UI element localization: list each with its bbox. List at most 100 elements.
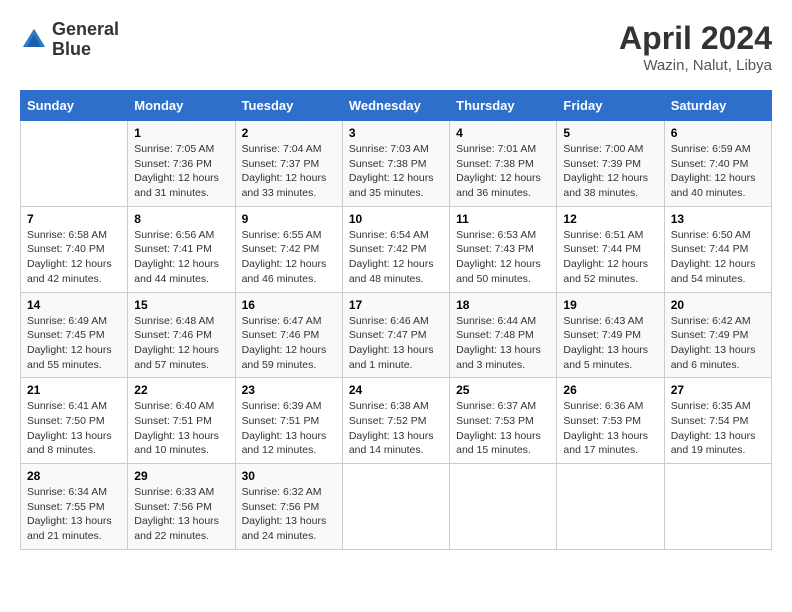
calendar-cell: 15 Sunrise: 6:48 AMSunset: 7:46 PMDayligh…: [128, 292, 235, 378]
calendar-cell: 19 Sunrise: 6:43 AMSunset: 7:49 PMDayligh…: [557, 292, 664, 378]
day-number: 2: [242, 126, 336, 140]
day-info: Sunrise: 6:34 AMSunset: 7:55 PMDaylight:…: [27, 485, 121, 544]
calendar-cell: 25 Sunrise: 6:37 AMSunset: 7:53 PMDayligh…: [450, 378, 557, 464]
day-number: 12: [563, 212, 657, 226]
calendar-cell: 29 Sunrise: 6:33 AMSunset: 7:56 PMDayligh…: [128, 464, 235, 550]
day-number: 13: [671, 212, 765, 226]
calendar-cell: [450, 464, 557, 550]
day-info: Sunrise: 6:59 AMSunset: 7:40 PMDaylight:…: [671, 142, 765, 201]
day-info: Sunrise: 6:35 AMSunset: 7:54 PMDaylight:…: [671, 399, 765, 458]
calendar-cell: 24 Sunrise: 6:38 AMSunset: 7:52 PMDayligh…: [342, 378, 449, 464]
day-info: Sunrise: 7:01 AMSunset: 7:38 PMDaylight:…: [456, 142, 550, 201]
calendar-cell: 1 Sunrise: 7:05 AMSunset: 7:36 PMDaylight…: [128, 121, 235, 207]
day-info: Sunrise: 6:39 AMSunset: 7:51 PMDaylight:…: [242, 399, 336, 458]
logo-icon: [20, 26, 48, 54]
title-block: April 2024 Wazin, Nalut, Libya: [619, 20, 772, 74]
day-number: 29: [134, 469, 228, 483]
calendar-cell: 7Sunrise: 6:58 AMSunset: 7:40 PMDaylight…: [21, 206, 128, 292]
calendar-cell: [342, 464, 449, 550]
day-number: 6: [671, 126, 765, 140]
day-info: Sunrise: 6:42 AMSunset: 7:49 PMDaylight:…: [671, 314, 765, 373]
day-number: 11: [456, 212, 550, 226]
day-number: 4: [456, 126, 550, 140]
calendar-header-row: SundayMondayTuesdayWednesdayThursdayFrid…: [21, 91, 772, 121]
day-number: 18: [456, 298, 550, 312]
calendar-cell: 16 Sunrise: 6:47 AMSunset: 7:46 PMDayligh…: [235, 292, 342, 378]
calendar-cell: 6 Sunrise: 6:59 AMSunset: 7:40 PMDaylight…: [664, 121, 771, 207]
logo-text: General Blue: [52, 20, 119, 60]
day-number: 8: [134, 212, 228, 226]
calendar-cell: 23 Sunrise: 6:39 AMSunset: 7:51 PMDayligh…: [235, 378, 342, 464]
column-header-saturday: Saturday: [664, 91, 771, 121]
calendar-cell: 4 Sunrise: 7:01 AMSunset: 7:38 PMDaylight…: [450, 121, 557, 207]
day-number: 21: [27, 383, 121, 397]
calendar-cell: 11 Sunrise: 6:53 AMSunset: 7:43 PMDayligh…: [450, 206, 557, 292]
logo-line2: Blue: [52, 40, 119, 60]
column-header-monday: Monday: [128, 91, 235, 121]
day-info: Sunrise: 7:00 AMSunset: 7:39 PMDaylight:…: [563, 142, 657, 201]
day-number: 14: [27, 298, 121, 312]
day-info: Sunrise: 6:46 AMSunset: 7:47 PMDaylight:…: [349, 314, 443, 373]
calendar-cell: 17 Sunrise: 6:46 AMSunset: 7:47 PMDayligh…: [342, 292, 449, 378]
day-number: 20: [671, 298, 765, 312]
calendar-week-row: 14Sunrise: 6:49 AMSunset: 7:45 PMDayligh…: [21, 292, 772, 378]
day-number: 9: [242, 212, 336, 226]
day-info: Sunrise: 6:33 AMSunset: 7:56 PMDaylight:…: [134, 485, 228, 544]
day-number: 19: [563, 298, 657, 312]
day-number: 24: [349, 383, 443, 397]
day-info: Sunrise: 7:05 AMSunset: 7:36 PMDaylight:…: [134, 142, 228, 201]
calendar-cell: 20 Sunrise: 6:42 AMSunset: 7:49 PMDayligh…: [664, 292, 771, 378]
day-info: Sunrise: 6:53 AMSunset: 7:43 PMDaylight:…: [456, 228, 550, 287]
day-number: 27: [671, 383, 765, 397]
day-number: 23: [242, 383, 336, 397]
page-header: General Blue April 2024 Wazin, Nalut, Li…: [20, 20, 772, 74]
calendar-cell: [21, 121, 128, 207]
calendar-cell: [664, 464, 771, 550]
calendar-cell: 14Sunrise: 6:49 AMSunset: 7:45 PMDayligh…: [21, 292, 128, 378]
calendar-week-row: 7Sunrise: 6:58 AMSunset: 7:40 PMDaylight…: [21, 206, 772, 292]
page-subtitle: Wazin, Nalut, Libya: [619, 57, 772, 74]
calendar-cell: 21Sunrise: 6:41 AMSunset: 7:50 PMDayligh…: [21, 378, 128, 464]
page-title: April 2024: [619, 20, 772, 57]
logo: General Blue: [20, 20, 119, 60]
day-info: Sunrise: 6:58 AMSunset: 7:40 PMDaylight:…: [27, 228, 121, 287]
day-info: Sunrise: 6:40 AMSunset: 7:51 PMDaylight:…: [134, 399, 228, 458]
day-info: Sunrise: 6:51 AMSunset: 7:44 PMDaylight:…: [563, 228, 657, 287]
day-info: Sunrise: 6:37 AMSunset: 7:53 PMDaylight:…: [456, 399, 550, 458]
day-info: Sunrise: 6:43 AMSunset: 7:49 PMDaylight:…: [563, 314, 657, 373]
day-number: 3: [349, 126, 443, 140]
logo-line1: General: [52, 20, 119, 40]
day-number: 26: [563, 383, 657, 397]
calendar-cell: 18Sunrise: 6:44 AMSunset: 7:48 PMDayligh…: [450, 292, 557, 378]
day-number: 22: [134, 383, 228, 397]
column-header-tuesday: Tuesday: [235, 91, 342, 121]
calendar-cell: 2 Sunrise: 7:04 AMSunset: 7:37 PMDaylight…: [235, 121, 342, 207]
day-info: Sunrise: 6:48 AMSunset: 7:46 PMDaylight:…: [134, 314, 228, 373]
day-number: 16: [242, 298, 336, 312]
calendar-cell: 10Sunrise: 6:54 AMSunset: 7:42 PMDayligh…: [342, 206, 449, 292]
day-info: Sunrise: 6:38 AMSunset: 7:52 PMDaylight:…: [349, 399, 443, 458]
day-info: Sunrise: 6:32 AMSunset: 7:56 PMDaylight:…: [242, 485, 336, 544]
day-number: 30: [242, 469, 336, 483]
calendar-week-row: 1 Sunrise: 7:05 AMSunset: 7:36 PMDaylight…: [21, 121, 772, 207]
calendar-cell: [557, 464, 664, 550]
calendar-week-row: 21Sunrise: 6:41 AMSunset: 7:50 PMDayligh…: [21, 378, 772, 464]
day-info: Sunrise: 6:36 AMSunset: 7:53 PMDaylight:…: [563, 399, 657, 458]
day-number: 17: [349, 298, 443, 312]
day-number: 5: [563, 126, 657, 140]
calendar-cell: 30 Sunrise: 6:32 AMSunset: 7:56 PMDayligh…: [235, 464, 342, 550]
calendar-week-row: 28Sunrise: 6:34 AMSunset: 7:55 PMDayligh…: [21, 464, 772, 550]
calendar-cell: 27 Sunrise: 6:35 AMSunset: 7:54 PMDayligh…: [664, 378, 771, 464]
calendar-cell: 12 Sunrise: 6:51 AMSunset: 7:44 PMDayligh…: [557, 206, 664, 292]
calendar-cell: 26 Sunrise: 6:36 AMSunset: 7:53 PMDayligh…: [557, 378, 664, 464]
day-info: Sunrise: 6:56 AMSunset: 7:41 PMDaylight:…: [134, 228, 228, 287]
day-number: 15: [134, 298, 228, 312]
day-info: Sunrise: 6:54 AMSunset: 7:42 PMDaylight:…: [349, 228, 443, 287]
day-info: Sunrise: 7:04 AMSunset: 7:37 PMDaylight:…: [242, 142, 336, 201]
day-number: 25: [456, 383, 550, 397]
day-info: Sunrise: 6:47 AMSunset: 7:46 PMDaylight:…: [242, 314, 336, 373]
calendar-cell: 5 Sunrise: 7:00 AMSunset: 7:39 PMDaylight…: [557, 121, 664, 207]
column-header-wednesday: Wednesday: [342, 91, 449, 121]
day-number: 1: [134, 126, 228, 140]
column-header-friday: Friday: [557, 91, 664, 121]
